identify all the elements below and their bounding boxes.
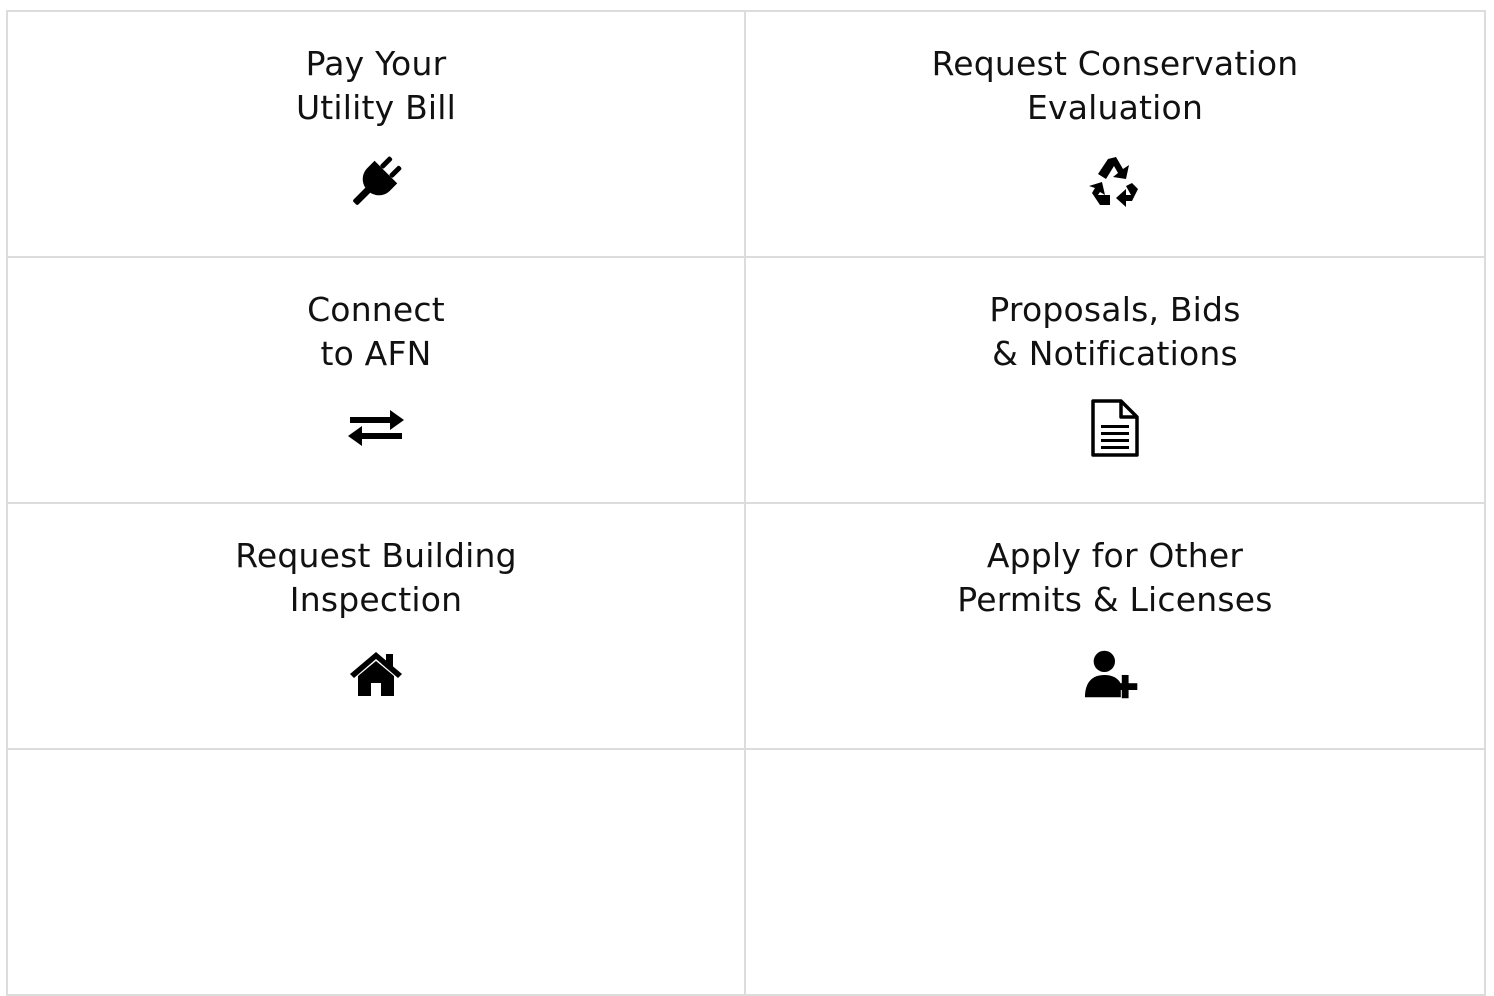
tile-label-line1: Pay Your xyxy=(305,44,447,83)
tile-pay-utility-bill[interactable]: Pay Your Utility Bill xyxy=(6,10,746,258)
tile-label-line2: Inspection xyxy=(289,580,463,619)
tile-proposals-bids-notifications[interactable]: Proposals, Bids & Notifications xyxy=(744,256,1486,504)
tile-label-line1: Request Conservation xyxy=(931,44,1299,83)
tile-label-line2: & Notifications xyxy=(992,334,1238,373)
home-icon xyxy=(344,642,408,706)
tile-apply-other-permits-licenses[interactable]: Apply for Other Permits & Licenses xyxy=(744,502,1486,750)
tile-label: Proposals, Bids & Notifications xyxy=(989,288,1240,376)
user-plus-icon xyxy=(1083,642,1147,706)
plug-icon xyxy=(344,150,408,214)
tile-connect-to-afn[interactable]: Connect to AFN xyxy=(6,256,746,504)
tile-label-line1: Apply for Other xyxy=(986,536,1244,575)
tile-label: Request Building Inspection xyxy=(235,534,517,622)
tile-label-line2: Utility Bill xyxy=(295,88,457,127)
tile-label-line1: Connect xyxy=(307,290,445,329)
recycle-icon xyxy=(1083,150,1147,214)
tile-partial-left xyxy=(6,748,746,996)
tile-request-conservation-evaluation[interactable]: Request Conservation Evaluation xyxy=(744,10,1486,258)
tile-label-line1: Proposals, Bids xyxy=(989,290,1241,329)
tile-label: Apply for Other Permits & Licenses xyxy=(957,534,1272,622)
tile-label-line2: Evaluation xyxy=(1026,88,1204,127)
tile-label-line2: Permits & Licenses xyxy=(957,580,1273,619)
tile-label: Pay Your Utility Bill xyxy=(296,42,456,130)
tile-partial-right xyxy=(744,748,1486,996)
tile-request-building-inspection[interactable]: Request Building Inspection xyxy=(6,502,746,750)
document-icon xyxy=(1083,396,1147,460)
exchange-arrows-icon xyxy=(344,396,408,460)
service-tiles-grid: Pay Your Utility Bill Request Conservatio… xyxy=(6,10,1486,996)
tile-label-line1: Request Building xyxy=(235,536,517,575)
tile-label: Request Conservation Evaluation xyxy=(932,42,1299,130)
tile-label-line2: to AFN xyxy=(320,334,432,373)
tile-label: Connect to AFN xyxy=(307,288,445,376)
